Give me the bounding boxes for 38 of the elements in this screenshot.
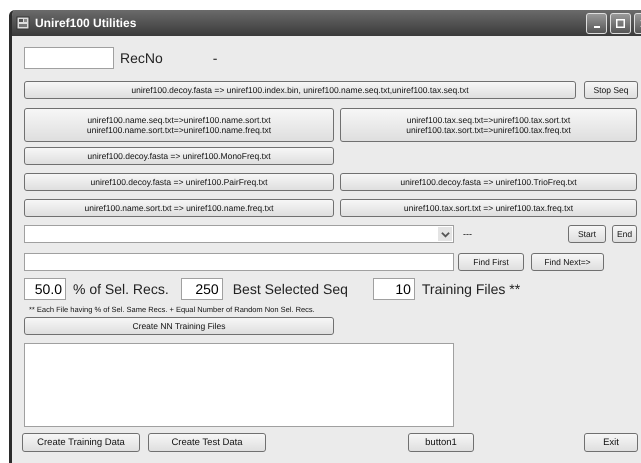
- maximize-icon: [616, 18, 625, 28]
- sort-button[interactable]: uniref100.tax.seq.txt=>uniref100.tax.sort.txt uniref100.tax.sort.txt=>uniref100.tax.freq.txt: [340, 108, 637, 142]
- search-field[interactable]: [24, 253, 454, 271]
- action-button[interactable]: Create Training Data: [22, 433, 140, 452]
- record-number-field[interactable]: [24, 47, 114, 69]
- number-field[interactable]: 50.0: [24, 278, 66, 300]
- freq-button[interactable]: uniref100.tax.sort.txt => uniref100.tax.freq.txt: [340, 199, 637, 217]
- window-title: Uniref100 Utilities: [35, 16, 136, 30]
- record-status: -: [212, 50, 218, 66]
- action-button[interactable]: Create Test Data: [148, 433, 266, 452]
- action-button[interactable]: Exit: [584, 433, 638, 452]
- window-icon: [16, 16, 30, 30]
- convert-button[interactable]: uniref100.decoy.fasta => uniref100.index.bin, uniref100.name.seq.txt,uniref100.tax.seq.txt: [24, 81, 576, 99]
- sort-button[interactable]: uniref100.name.seq.txt=>uniref100.name.sort.txt uniref100.name.sort.txt=>uniref100.name.freq.txt: [24, 108, 334, 142]
- minimize-button[interactable]: [586, 12, 607, 34]
- mono-freq-button[interactable]: uniref100.decoy.fasta => uniref100.MonoFreq.txt: [24, 147, 334, 165]
- progress-label: ---: [463, 229, 472, 239]
- create-nn-button[interactable]: Create NN Training Files: [24, 317, 334, 335]
- file-dropdown[interactable]: [24, 225, 454, 243]
- recno-label: RecNo: [120, 50, 163, 66]
- action-button[interactable]: button1: [408, 433, 474, 452]
- output-textbox[interactable]: [24, 343, 454, 427]
- find-first-button[interactable]: Find First: [458, 253, 524, 271]
- end-button[interactable]: End: [612, 225, 637, 243]
- find-next-button[interactable]: Find Next=>: [531, 253, 604, 271]
- parameter-label: Best Selected Seq: [232, 281, 348, 297]
- chevron-down-icon: [440, 230, 450, 238]
- start-button[interactable]: Start: [568, 225, 606, 243]
- freq-button[interactable]: uniref100.decoy.fasta => uniref100.PairFreq.txt: [24, 173, 334, 191]
- freq-button[interactable]: uniref100.name.sort.txt => uniref100.name.freq.txt: [24, 199, 334, 217]
- freq-button[interactable]: uniref100.decoy.fasta => uniref100.TrioFreq.txt: [340, 173, 637, 191]
- number-field[interactable]: 10: [372, 278, 415, 300]
- stop-seq-button[interactable]: Stop Seq: [584, 81, 638, 99]
- minimize-icon: [594, 26, 600, 28]
- parameter-label: Training Files **: [422, 281, 520, 297]
- maximize-button[interactable]: [610, 12, 631, 34]
- parameter-label: % of Sel. Recs.: [73, 281, 169, 297]
- number-field[interactable]: 250: [180, 278, 223, 300]
